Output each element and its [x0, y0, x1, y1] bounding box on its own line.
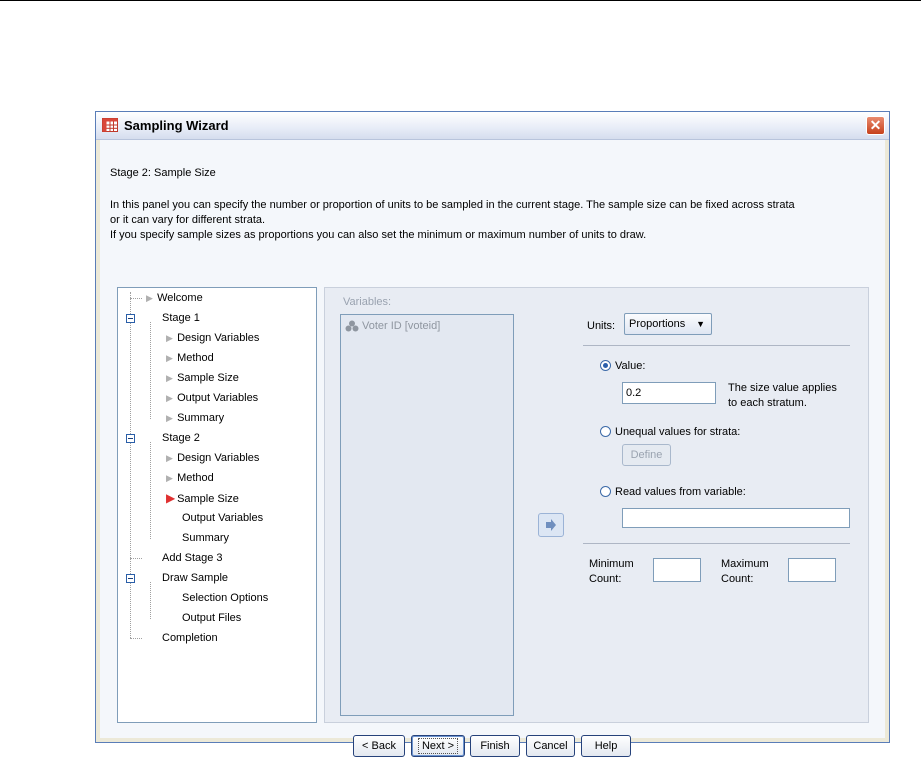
- tree-item-stage1-summary[interactable]: ▶ Summary: [166, 410, 224, 426]
- step-arrow-icon: ▶: [166, 413, 173, 423]
- description-line-1: In this panel you can specify the number…: [110, 199, 795, 211]
- grid-table-icon: [102, 118, 118, 132]
- unequal-values-label: Unequal values for strata:: [615, 426, 741, 438]
- step-arrow-icon: ▶: [166, 473, 173, 483]
- nominal-variable-icon: [345, 320, 359, 332]
- radio-unselected-icon: [600, 486, 611, 497]
- step-arrow-icon: ▶: [166, 393, 173, 403]
- collapse-draw-sample-icon[interactable]: [126, 574, 135, 583]
- stage-title: Stage 2: Sample Size: [110, 167, 216, 179]
- tree-item-stage2-sample-size[interactable]: ▶ Sample Size: [166, 490, 239, 506]
- tree-connector: [130, 638, 142, 639]
- tree-item-welcome[interactable]: ▶ Welcome: [146, 290, 203, 306]
- back-button[interactable]: < Back: [353, 735, 405, 757]
- tree-item-stage1-method[interactable]: ▶ Method: [166, 350, 214, 366]
- tree-item-stage2-summary[interactable]: Summary: [182, 530, 229, 546]
- help-button[interactable]: Help: [581, 735, 631, 757]
- maximum-count-input[interactable]: [788, 558, 836, 582]
- description-line-3: If you specify sample sizes as proportio…: [110, 229, 647, 241]
- minimum-count-label: Minimum Count:: [589, 558, 634, 585]
- value-input[interactable]: 0.2: [622, 382, 716, 404]
- title-bar[interactable]: Sampling Wizard ✕: [96, 112, 889, 140]
- units-selected-value: Proportions: [629, 318, 686, 330]
- next-button[interactable]: Next >: [411, 735, 465, 757]
- tree-item-output-files[interactable]: Output Files: [182, 610, 241, 626]
- window-title: Sampling Wizard: [124, 118, 229, 133]
- unequal-values-radio[interactable]: Unequal values for strata:: [600, 426, 740, 438]
- size-variable-input[interactable]: [622, 508, 850, 528]
- description-line-2: or it can vary for different strata.: [110, 214, 266, 226]
- cancel-button[interactable]: Cancel: [526, 735, 575, 757]
- tree-item-stage2-design-variables[interactable]: ▶ Design Variables: [166, 450, 259, 466]
- tree-connector: [150, 322, 151, 419]
- page-top-rule: [0, 0, 921, 1]
- tree-item-stage1-output-variables[interactable]: ▶ Output Variables: [166, 390, 258, 406]
- tree-item-selection-options[interactable]: Selection Options: [182, 590, 268, 606]
- tree-item-completion[interactable]: Completion: [162, 630, 218, 646]
- wizard-step-tree[interactable]: ▶ Welcome Stage 1 ▶ Design Variables ▶ M…: [117, 287, 317, 723]
- tree-item-draw-sample[interactable]: Draw Sample: [162, 570, 228, 586]
- button-bar: < Back Next > Finish Cancel Help: [100, 731, 885, 761]
- step-arrow-icon: ▶: [166, 333, 173, 343]
- step-arrow-icon: ▶: [166, 453, 173, 463]
- tree-item-stage1-design-variables[interactable]: ▶ Design Variables: [166, 330, 259, 346]
- dialog-content: Stage 2: Sample Size In this panel you c…: [100, 140, 885, 757]
- tree-connector: [150, 582, 151, 619]
- step-arrow-icon: ▶: [166, 373, 173, 383]
- read-from-variable-label: Read values from variable:: [615, 486, 746, 498]
- sampling-wizard-dialog: Sampling Wizard ✕ Stage 2: Sample Size I…: [95, 111, 890, 757]
- tree-item-stage1-sample-size[interactable]: ▶ Sample Size: [166, 370, 239, 386]
- radio-unselected-icon: [600, 426, 611, 437]
- tree-connector: [130, 292, 131, 638]
- sample-size-panel: Variables: Voter ID [voteid] Units: Prop…: [324, 287, 869, 723]
- collapse-stage-2-icon[interactable]: [126, 434, 135, 443]
- tree-item-stage2-method[interactable]: ▶ Method: [166, 470, 214, 486]
- separator: [583, 345, 850, 346]
- description: In this panel you can specify the number…: [110, 198, 890, 243]
- move-variable-button[interactable]: [538, 513, 564, 537]
- step-arrow-icon: ▶: [166, 353, 173, 363]
- minimum-count-input[interactable]: [653, 558, 701, 582]
- variable-item[interactable]: Voter ID [voteid]: [345, 320, 440, 332]
- units-dropdown[interactable]: Proportions ▼: [624, 313, 712, 335]
- tree-item-add-stage-3[interactable]: Add Stage 3: [162, 550, 223, 566]
- value-note: The size value applies to each stratum.: [728, 382, 837, 409]
- units-label: Units:: [587, 320, 616, 332]
- variables-label: Variables:: [343, 296, 392, 308]
- value-radio[interactable]: Value:: [600, 360, 645, 372]
- tree-item-stage2-output-variables[interactable]: Output Variables: [182, 510, 263, 526]
- radio-selected-icon: [600, 360, 611, 371]
- step-arrow-icon: ▶: [146, 293, 153, 303]
- separator: [583, 543, 850, 544]
- arrow-right-icon: [546, 519, 556, 531]
- close-icon: ✕: [869, 117, 882, 133]
- define-button[interactable]: Define: [622, 444, 671, 466]
- value-radio-label: Value:: [615, 360, 646, 372]
- chevron-down-icon: ▼: [696, 319, 705, 329]
- close-button[interactable]: ✕: [866, 116, 885, 135]
- read-from-variable-radio[interactable]: Read values from variable:: [600, 486, 746, 498]
- tree-connector: [150, 442, 151, 539]
- tree-connector: [130, 558, 142, 559]
- next-button-label: Next >: [417, 738, 459, 754]
- maximum-count-label: Maximum Count:: [721, 558, 769, 585]
- variable-item-label: Voter ID [voteid]: [362, 320, 441, 332]
- finish-button[interactable]: Finish: [470, 735, 520, 757]
- tree-item-stage-2[interactable]: Stage 2: [162, 430, 200, 446]
- variables-list[interactable]: Voter ID [voteid]: [340, 314, 514, 716]
- tree-item-stage-1[interactable]: Stage 1: [162, 310, 200, 326]
- collapse-stage-1-icon[interactable]: [126, 314, 135, 323]
- current-step-arrow-icon: ▶: [166, 491, 176, 505]
- tree-connector: [130, 298, 142, 299]
